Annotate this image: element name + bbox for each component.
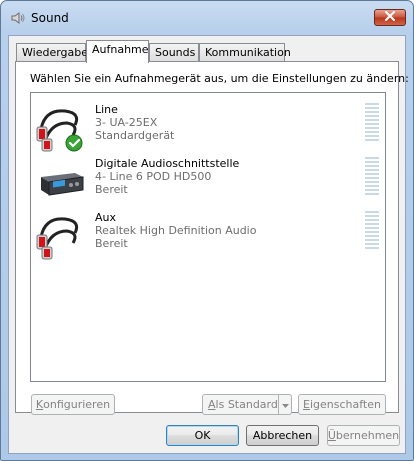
btn-accel: A xyxy=(208,398,216,411)
btn-accel: Ü xyxy=(327,429,336,442)
rca-cable-icon xyxy=(35,211,87,261)
tab-label: Wiedergabe xyxy=(22,46,89,59)
close-icon xyxy=(384,11,396,24)
device-item-line[interactable]: Line 3- UA-25EX Standardgerät xyxy=(31,101,385,153)
configure-button[interactable]: Konfigurieren xyxy=(31,394,115,415)
apply-button[interactable]: Übernehmen xyxy=(327,425,400,446)
sound-dialog: Sound Wiedergabe Aufnahme Sounds Kommuni… xyxy=(0,0,414,461)
speaker-icon xyxy=(10,10,26,26)
device-text: Line 3- UA-25EX Standardgerät xyxy=(95,103,174,142)
device-status: Standardgerät xyxy=(95,129,175,142)
tab-kommunikation[interactable]: Kommunikation xyxy=(199,43,291,62)
btn-text: ls Standard xyxy=(215,398,278,411)
recording-tab-panel: Wählen Sie ein Aufnahmegerät aus, um die… xyxy=(15,61,409,415)
tab-label: Kommunikation xyxy=(205,46,291,59)
device-item-aux[interactable]: Aux Realtek High Definition Audio Bereit xyxy=(31,209,385,261)
device-status: Bereit xyxy=(95,237,128,250)
window-title: Sound xyxy=(31,11,69,25)
rca-cable-icon xyxy=(35,103,87,153)
btn-accel: K xyxy=(35,398,44,411)
device-status: Bereit xyxy=(95,183,128,196)
device-name: Aux xyxy=(95,211,117,224)
set-default-button[interactable]: Als Standard xyxy=(202,394,292,415)
device-text: Digitale Audioschnittstelle 4- Line 6 PO… xyxy=(95,157,239,196)
dialog-client: Wiedergabe Aufnahme Sounds Kommunikation… xyxy=(8,35,409,454)
device-name: Line xyxy=(95,103,118,116)
chevron-down-icon xyxy=(281,398,289,411)
tab-label: Sounds xyxy=(155,46,196,59)
close-button[interactable] xyxy=(374,9,406,26)
level-meter xyxy=(365,103,379,143)
btn-text: onfigurieren xyxy=(43,398,111,411)
device-name: Digitale Audioschnittstelle xyxy=(95,157,240,170)
tab-sounds[interactable]: Sounds xyxy=(149,43,199,62)
audio-interface-icon xyxy=(35,157,87,207)
level-meter xyxy=(365,211,379,251)
device-list[interactable]: Line 3- UA-25EX Standardgerät Digitale A… xyxy=(30,92,386,382)
level-meter xyxy=(365,157,379,197)
device-text: Aux Realtek High Definition Audio Bereit xyxy=(95,211,256,250)
device-hardware: 4- Line 6 POD HD500 xyxy=(95,170,212,183)
cancel-button[interactable]: Abbrechen xyxy=(246,425,319,446)
tab-label: Aufnahme xyxy=(92,43,149,56)
tab-aufnahme[interactable]: Aufnahme xyxy=(86,40,149,63)
device-item-digital-interface[interactable]: Digitale Audioschnittstelle 4- Line 6 PO… xyxy=(31,155,385,207)
set-default-dropdown[interactable] xyxy=(278,395,291,414)
instruction-text: Wählen Sie ein Aufnahmegerät aus, um die… xyxy=(30,72,409,85)
btn-accel: E xyxy=(303,398,310,411)
properties-button[interactable]: Eigenschaften xyxy=(298,394,386,415)
btn-text: bernehmen xyxy=(335,429,400,442)
ok-button[interactable]: OK xyxy=(166,425,239,446)
title-bar[interactable]: Sound xyxy=(1,1,413,35)
tab-wiedergabe[interactable]: Wiedergabe xyxy=(16,43,89,62)
device-hardware: 3- UA-25EX xyxy=(95,116,158,129)
device-hardware: Realtek High Definition Audio xyxy=(95,224,257,237)
btn-text: igenschaften xyxy=(309,398,381,411)
